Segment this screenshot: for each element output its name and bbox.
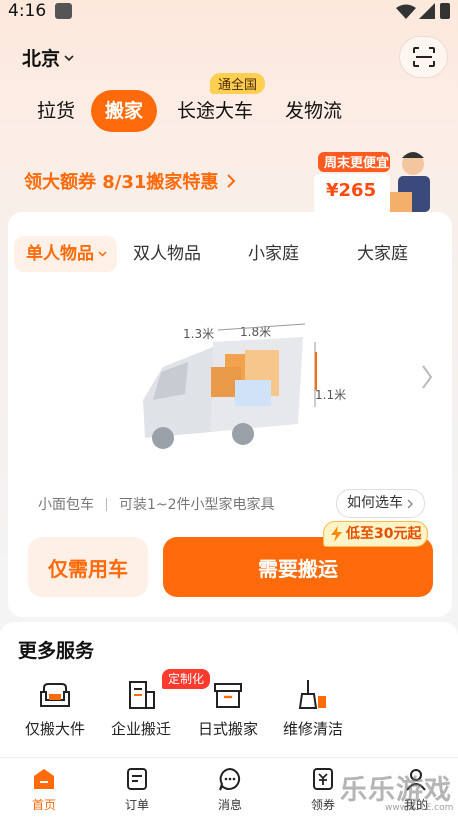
- nav-orders[interactable]: 订单: [102, 766, 172, 813]
- car-only-button[interactable]: 仅需用车: [28, 537, 148, 597]
- car-only-label: 仅需用车: [48, 556, 128, 581]
- scan-icon: [412, 47, 435, 67]
- how-to-choose-button[interactable]: 如何选车: [336, 489, 425, 518]
- van-illustration: [143, 323, 317, 449]
- message-icon: [219, 767, 241, 791]
- building-icon: [129, 681, 155, 709]
- status-bar: 4:16: [0, 0, 458, 26]
- more-services-title: 更多服务: [18, 640, 95, 662]
- vehicle-spec: 小面包车 可装1~2件小型家电家具: [38, 494, 275, 514]
- tab-long-haul[interactable]: 长途大车: [177, 90, 253, 132]
- order-icon: [127, 768, 147, 790]
- nav-messages-label: 消息: [217, 798, 242, 812]
- nationwide-badge: 通全国: [210, 73, 266, 94]
- tab-moving[interactable]: 搬家: [91, 90, 158, 132]
- tab-logistics[interactable]: 发物流: [285, 90, 342, 132]
- notification-icon: [55, 3, 72, 19]
- need-moving-label: 需要搬运: [258, 556, 338, 581]
- nav-home[interactable]: 首页: [9, 766, 79, 813]
- category-single-label: 单人物品: [26, 244, 94, 264]
- service-large-items[interactable]: 仅搬大件: [10, 676, 100, 739]
- promo-text: 领大额券 8/31搬家特惠: [24, 172, 219, 193]
- lightning-icon: [331, 526, 342, 542]
- signal-icon: [419, 3, 435, 19]
- service-enterprise-label: 企业搬迁: [110, 720, 171, 738]
- scan-button[interactable]: [399, 36, 448, 78]
- chevron-down-icon: [98, 251, 107, 257]
- nav-orders-label: 订单: [124, 798, 149, 812]
- wifi-icon: [396, 4, 416, 19]
- category-single[interactable]: 单人物品: [14, 236, 117, 272]
- promo-illustration[interactable]: 周末更便宜 ¥265: [310, 140, 445, 216]
- category-small-family[interactable]: 小家庭: [248, 236, 299, 272]
- service-tabs: 拉货 搬家 长途大车 发物流: [0, 90, 458, 132]
- promo-art-title: 周末更便宜: [324, 155, 389, 171]
- sofa-icon: [40, 683, 70, 707]
- category-large-family[interactable]: 大家庭: [357, 236, 408, 272]
- watermark-url: www.61LE.com: [385, 803, 454, 813]
- service-japanese-moving[interactable]: 日式搬家: [183, 676, 273, 739]
- chevron-down-icon: [64, 54, 74, 61]
- home-icon: [34, 769, 54, 789]
- promo-art-price: ¥265: [326, 180, 376, 201]
- moving-card: 单人物品 双人物品 小家庭 大家庭 1.3米 1.8米 1.1米 小面包车 可装…: [8, 212, 452, 617]
- nav-messages[interactable]: 消息: [195, 766, 265, 813]
- tab-freight[interactable]: 拉货: [37, 90, 75, 132]
- city-name: 北京: [22, 48, 61, 70]
- vehicle-name: 小面包车: [38, 497, 94, 513]
- chevron-right-icon: [227, 174, 236, 188]
- service-repair-cleaning[interactable]: 维修清洁: [268, 676, 358, 739]
- box-icon: [214, 683, 242, 708]
- promo-link[interactable]: 领大额券 8/31搬家特惠: [24, 168, 236, 194]
- coupon-icon: [313, 768, 333, 790]
- category-tabs: 单人物品 双人物品 小家庭 大家庭: [8, 232, 452, 274]
- watermark-text: 乐乐游戏: [340, 775, 452, 806]
- nav-home-label: 首页: [31, 798, 56, 812]
- spec-divider: [106, 497, 107, 511]
- service-large-items-label: 仅搬大件: [24, 720, 85, 738]
- category-double[interactable]: 双人物品: [133, 236, 201, 272]
- price-badge-text: 低至30元起: [346, 526, 422, 542]
- status-time: 4:16: [8, 1, 47, 21]
- battery-icon: [440, 3, 450, 19]
- more-services: 更多服务 仅搬大件 企业搬迁 定制化 日式搬家 维修清洁: [0, 622, 458, 757]
- chevron-right-icon: [407, 499, 413, 508]
- city-selector[interactable]: 北京: [22, 44, 74, 71]
- chevron-right-icon[interactable]: [420, 364, 434, 390]
- cleaning-icon: [298, 680, 326, 709]
- service-japanese-moving-label: 日式搬家: [197, 720, 258, 738]
- vehicle-capacity: 可装1~2件小型家电家具: [119, 497, 275, 513]
- price-badge: 低至30元起: [323, 521, 429, 547]
- service-repair-cleaning-label: 维修清洁: [282, 720, 343, 738]
- how-to-choose-label: 如何选车: [347, 495, 403, 511]
